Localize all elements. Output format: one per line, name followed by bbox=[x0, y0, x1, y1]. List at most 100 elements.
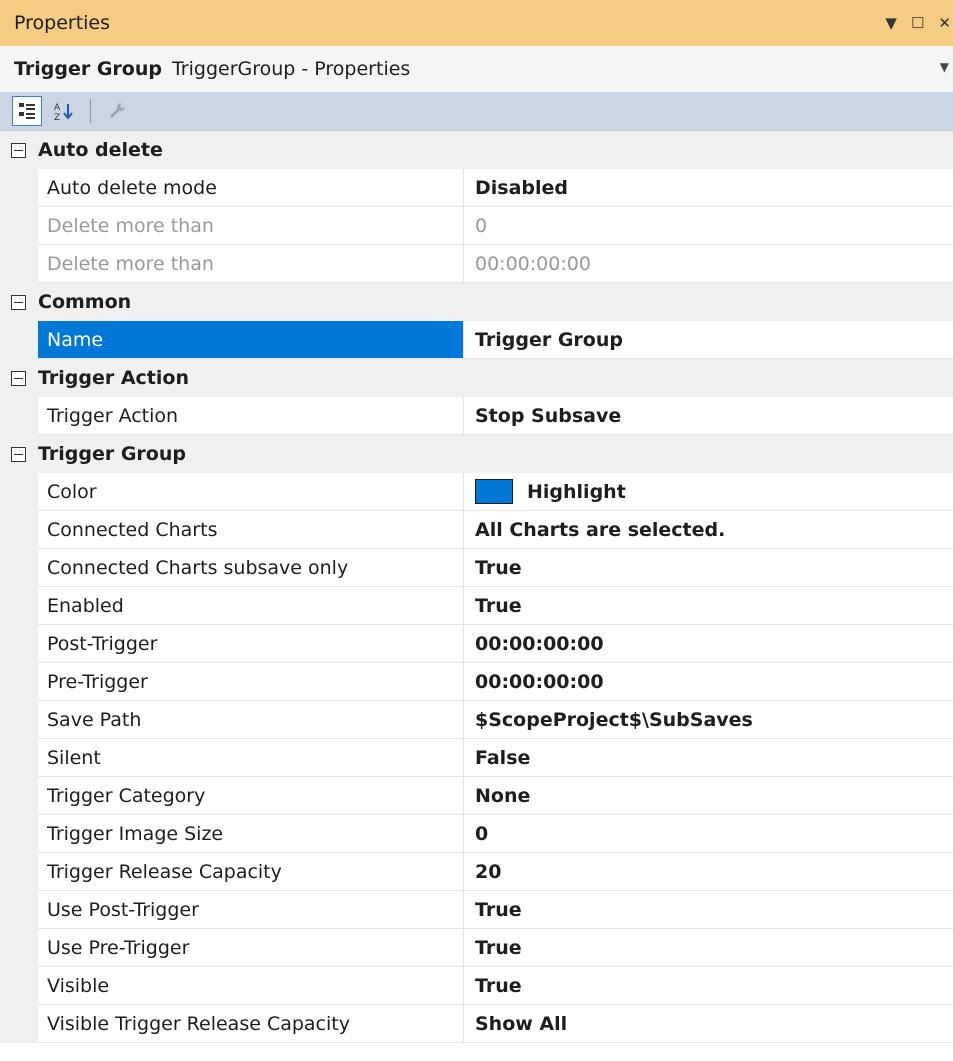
property-row[interactable]: Visible Trigger Release Capacity Show Al… bbox=[0, 1005, 953, 1043]
category-trigger-group[interactable]: Trigger Group bbox=[0, 435, 953, 473]
property-row[interactable]: Color Highlight bbox=[0, 473, 953, 511]
property-name[interactable]: Trigger Image Size bbox=[38, 815, 464, 853]
property-value[interactable]: Disabled bbox=[464, 169, 953, 207]
categorized-button[interactable] bbox=[12, 96, 42, 126]
collapse-icon[interactable] bbox=[11, 446, 26, 462]
close-icon[interactable]: ✕ bbox=[938, 14, 951, 32]
categorized-icon bbox=[19, 103, 35, 119]
property-row[interactable]: Trigger Release Capacity 20 bbox=[0, 853, 953, 891]
property-row-selected[interactable]: Name Trigger Group bbox=[0, 321, 953, 359]
property-value[interactable]: Trigger Group bbox=[464, 321, 953, 359]
object-type: TriggerGroup - Properties bbox=[171, 58, 411, 80]
row-gutter bbox=[0, 701, 38, 739]
property-name[interactable]: Use Post-Trigger bbox=[38, 891, 464, 929]
property-name[interactable]: Auto delete mode bbox=[38, 169, 464, 207]
dropdown-icon[interactable]: ▼ bbox=[885, 14, 897, 32]
property-name[interactable]: Delete more than bbox=[38, 245, 464, 283]
property-name[interactable]: Trigger Action bbox=[38, 397, 464, 435]
property-name[interactable]: Connected Charts subsave only bbox=[38, 549, 464, 587]
property-value[interactable]: True bbox=[464, 929, 953, 967]
property-row[interactable]: Save Path $ScopeProject$\SubSaves bbox=[0, 701, 953, 739]
row-gutter bbox=[0, 663, 38, 701]
property-value[interactable]: 20 bbox=[464, 853, 953, 891]
row-gutter bbox=[0, 587, 38, 625]
collapse-icon[interactable] bbox=[11, 142, 26, 158]
property-row[interactable]: Trigger Action Stop Subsave bbox=[0, 397, 953, 435]
property-row[interactable]: Delete more than 0 bbox=[0, 207, 953, 245]
row-gutter bbox=[0, 169, 38, 207]
property-name[interactable]: Trigger Release Capacity bbox=[38, 853, 464, 891]
collapse-icon[interactable] bbox=[11, 294, 26, 310]
category-common[interactable]: Common bbox=[0, 283, 953, 321]
row-gutter bbox=[0, 625, 38, 663]
property-row[interactable]: Visible True bbox=[0, 967, 953, 1005]
property-value[interactable]: True bbox=[464, 549, 953, 587]
property-name[interactable]: Silent bbox=[38, 739, 464, 777]
svg-text:A: A bbox=[54, 103, 61, 113]
property-row[interactable]: Use Post-Trigger True bbox=[0, 891, 953, 929]
property-name[interactable]: Delete more than bbox=[38, 207, 464, 245]
object-selector[interactable]: Trigger Group TriggerGroup - Properties … bbox=[0, 46, 953, 92]
property-name[interactable]: Pre-Trigger bbox=[38, 663, 464, 701]
property-name[interactable]: Trigger Category bbox=[38, 777, 464, 815]
property-value[interactable]: 00:00:00:00 bbox=[464, 625, 953, 663]
row-gutter bbox=[0, 853, 38, 891]
property-name[interactable]: Name bbox=[38, 321, 464, 359]
property-row[interactable]: Connected Charts subsave only True bbox=[0, 549, 953, 587]
row-gutter bbox=[0, 549, 38, 587]
property-value[interactable]: True bbox=[464, 587, 953, 625]
property-value[interactable]: 00:00:00:00 bbox=[464, 663, 953, 701]
property-row[interactable]: Delete more than 00:00:00:00 bbox=[0, 245, 953, 283]
property-row[interactable]: Trigger Category None bbox=[0, 777, 953, 815]
alphabetical-icon: A Z bbox=[54, 103, 73, 121]
row-gutter bbox=[0, 473, 38, 511]
property-row[interactable]: Connected Charts All Charts are selected… bbox=[0, 511, 953, 549]
row-gutter bbox=[0, 815, 38, 853]
category-label: Trigger Group bbox=[38, 443, 186, 465]
panel-title-bar: Properties ▼ ☐ ✕ bbox=[0, 0, 953, 46]
toolbar-separator bbox=[90, 99, 91, 123]
property-value[interactable]: False bbox=[464, 739, 953, 777]
property-value[interactable]: None bbox=[464, 777, 953, 815]
property-name[interactable]: Color bbox=[38, 473, 464, 511]
property-name[interactable]: Post-Trigger bbox=[38, 625, 464, 663]
property-value[interactable]: Stop Subsave bbox=[464, 397, 953, 435]
row-gutter bbox=[0, 967, 38, 1005]
property-value[interactable]: True bbox=[464, 967, 953, 1005]
alphabetical-button[interactable]: A Z bbox=[48, 96, 80, 126]
row-gutter bbox=[0, 245, 38, 283]
property-name[interactable]: Use Pre-Trigger bbox=[38, 929, 464, 967]
property-pages-button[interactable] bbox=[101, 96, 133, 126]
row-gutter bbox=[0, 891, 38, 929]
property-value[interactable]: Highlight bbox=[464, 473, 953, 511]
property-name[interactable]: Enabled bbox=[38, 587, 464, 625]
property-row[interactable]: Use Pre-Trigger True bbox=[0, 929, 953, 967]
row-gutter bbox=[0, 321, 38, 359]
collapse-icon[interactable] bbox=[11, 370, 26, 386]
row-gutter bbox=[0, 1005, 38, 1043]
property-name[interactable]: Connected Charts bbox=[38, 511, 464, 549]
svg-text:Z: Z bbox=[54, 113, 60, 121]
property-value[interactable]: 00:00:00:00 bbox=[464, 245, 953, 283]
property-row[interactable]: Post-Trigger 00:00:00:00 bbox=[0, 625, 953, 663]
property-row[interactable]: Pre-Trigger 00:00:00:00 bbox=[0, 663, 953, 701]
property-row[interactable]: Silent False bbox=[0, 739, 953, 777]
property-row[interactable]: Trigger Image Size 0 bbox=[0, 815, 953, 853]
chevron-down-icon[interactable]: ▼ bbox=[940, 60, 949, 74]
property-value[interactable]: True bbox=[464, 891, 953, 929]
property-name[interactable]: Visible bbox=[38, 967, 464, 1005]
property-name[interactable]: Save Path bbox=[38, 701, 464, 739]
property-value[interactable]: 0 bbox=[464, 815, 953, 853]
property-value[interactable]: $ScopeProject$\SubSaves bbox=[464, 701, 953, 739]
maximize-icon[interactable]: ☐ bbox=[911, 14, 924, 32]
property-value[interactable]: All Charts are selected. bbox=[464, 511, 953, 549]
property-value[interactable]: 0 bbox=[464, 207, 953, 245]
category-trigger-action[interactable]: Trigger Action bbox=[0, 359, 953, 397]
property-row[interactable]: Enabled True bbox=[0, 587, 953, 625]
property-row[interactable]: Auto delete mode Disabled bbox=[0, 169, 953, 207]
category-label: Auto delete bbox=[38, 139, 163, 161]
property-name[interactable]: Visible Trigger Release Capacity bbox=[38, 1005, 464, 1043]
property-value[interactable]: Show All bbox=[464, 1005, 953, 1043]
category-auto-delete[interactable]: Auto delete bbox=[0, 131, 953, 169]
category-label: Common bbox=[38, 291, 132, 313]
